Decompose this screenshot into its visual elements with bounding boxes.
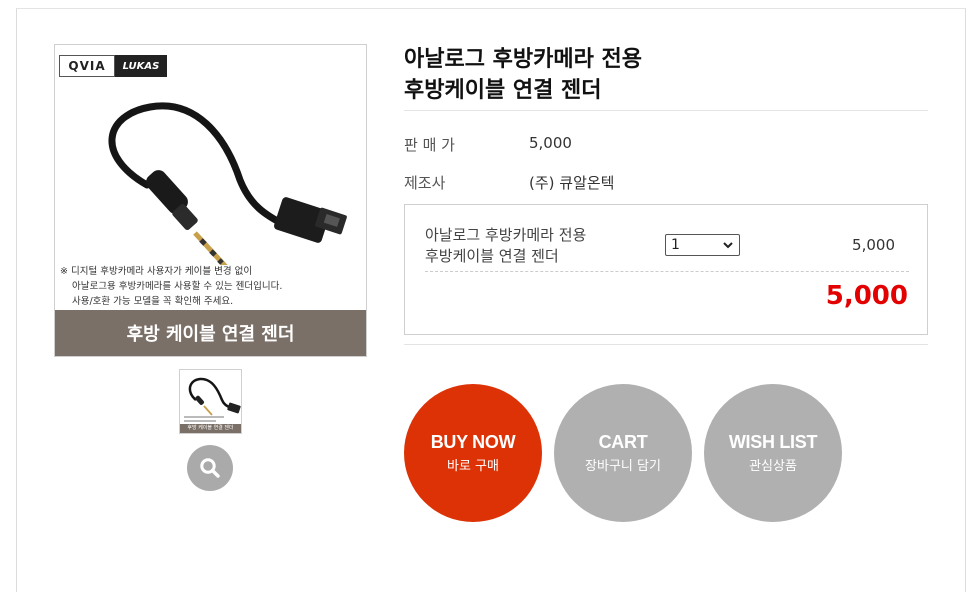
cart-label: CART xyxy=(598,432,648,452)
cable-illustration xyxy=(108,102,347,265)
quantity-value: 1 xyxy=(671,237,680,253)
buy-now-sublabel: 바로 구매 xyxy=(447,459,499,474)
thumbnail-cable-illustration xyxy=(184,377,241,422)
qvia-logo: QVIA xyxy=(59,55,115,77)
image-notice-line: 사용/호환 가능 모델을 꼭 확인해 주세요. xyxy=(72,296,234,307)
thumbnail-banner: 후방 케이블 연결 젠더 xyxy=(180,424,241,433)
product-title-line1: 아날로그 후방카메라 전용 xyxy=(404,47,642,72)
product-title: 아날로그 후방카메라 전용 후방케이블 연결 젠더 xyxy=(404,44,928,106)
wish-list-label: WISH LIST xyxy=(728,432,818,452)
wish-list-button[interactable]: WISH LIST 관심상품 xyxy=(704,384,842,522)
maker-label: 제조사 xyxy=(404,174,446,192)
product-main-image: QVIA LUKAS ※ 디지털 후방카메라 사용자가 케이블 변경 없이 아날… xyxy=(54,44,367,357)
add-to-cart-button[interactable]: CART 장바구니 담기 xyxy=(554,384,692,522)
selected-option-box: 아날로그 후방카메라 전용 후방케이블 연결 젠더 1 5,000 5,000 xyxy=(404,204,928,335)
zoom-button[interactable] xyxy=(187,445,233,491)
quantity-select[interactable]: 1 xyxy=(665,234,740,256)
product-thumbnail[interactable]: 후방 케이블 연결 젠더 xyxy=(179,369,242,434)
product-title-line2: 후방케이블 연결 젠더 xyxy=(404,78,602,103)
maker-value: (주) 큐알온텍 xyxy=(529,174,615,192)
option-name-line2: 후방케이블 연결 젠더 xyxy=(425,247,559,265)
dashed-divider xyxy=(425,271,909,272)
option-name: 아날로그 후방카메라 전용 후방케이블 연결 젠더 xyxy=(425,225,645,267)
option-price: 5,000 xyxy=(852,236,895,254)
chevron-down-icon xyxy=(723,242,733,249)
buy-now-label: BUY NOW xyxy=(430,432,516,452)
price-label: 판 매 가 xyxy=(404,136,455,154)
image-notice: ※ 디지털 후방카메라 사용자가 케이블 변경 없이 아날로그용 후방카메라를 … xyxy=(60,264,360,309)
option-name-line1: 아날로그 후방카메라 전용 xyxy=(425,226,587,244)
lukas-logo: LUKAS xyxy=(115,55,167,77)
search-icon xyxy=(200,458,220,478)
divider xyxy=(404,110,928,111)
price-value: 5,000 xyxy=(529,134,572,152)
total-price: 5,000 xyxy=(825,281,908,311)
cart-sublabel: 장바구니 담기 xyxy=(585,459,661,474)
divider xyxy=(404,344,928,345)
buy-now-button[interactable]: BUY NOW 바로 구매 xyxy=(404,384,542,522)
image-banner: 후방 케이블 연결 젠더 xyxy=(55,310,366,356)
image-notice-line: 아날로그용 후방카메라를 사용할 수 있는 젠더입니다. xyxy=(72,281,283,292)
image-notice-line: ※ 디지털 후방카메라 사용자가 케이블 변경 없이 xyxy=(60,266,253,277)
brand-logos: QVIA LUKAS xyxy=(59,55,167,77)
wish-list-sublabel: 관심상품 xyxy=(749,459,797,474)
